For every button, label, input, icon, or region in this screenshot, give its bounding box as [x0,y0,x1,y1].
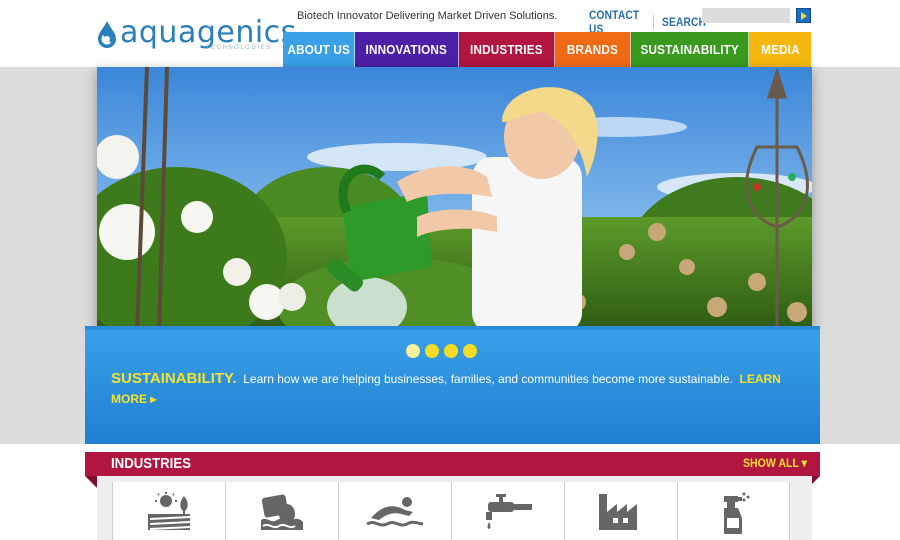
tagline: Biotech Innovator Delivering Market Driv… [297,10,558,22]
slide-dot-1[interactable] [406,344,420,358]
slide-dot-4[interactable] [463,344,477,358]
industries-bar: INDUSTRIES SHOW ALL ▾ [85,452,820,476]
swimming-icon [366,497,424,527]
slide-indicators [406,344,477,358]
industry-tile-industrial[interactable] [564,482,677,540]
play-arrow-icon [800,11,807,20]
main-nav: ABOUT US INNOVATIONS INDUSTRIES BRANDS S… [283,32,811,67]
hero-caption-text: SUSTAINABILITY. Learn how we are helping… [111,369,801,409]
search-submit-button[interactable] [796,8,811,23]
nav-innovations[interactable]: INNOVATIONS [355,32,459,67]
industrial-factory-icon [599,494,637,530]
girl-watering-garden-photo [97,67,812,333]
search-input[interactable] [702,8,790,23]
nav-media[interactable]: MEDIA [749,32,811,67]
nav-brands[interactable]: BRANDS [555,32,631,67]
industry-tile-water[interactable] [451,482,564,540]
caption-heading: SUSTAINABILITY. [111,370,237,387]
cleaning-spray-icon [723,492,749,534]
show-all-link[interactable]: SHOW ALL ▾ [743,456,807,470]
water-faucet-icon [486,494,532,529]
nav-label: SUSTAINABILITY [640,42,739,57]
agriculture-icon [148,492,191,530]
site-header: aquagenics TECHNOLOGIES Biotech Innovato… [0,0,900,67]
search-label[interactable]: SEARCH [662,15,706,29]
nav-label: INDUSTRIES [470,42,543,57]
industries-title: INDUSTRIES [111,455,191,472]
industry-tile-pools[interactable] [338,482,451,540]
slide-dot-2[interactable] [425,344,439,358]
ribbon-fold-left [85,476,97,488]
nav-label: MEDIA [760,42,800,57]
industry-tile-wastewater[interactable] [225,482,338,540]
hero-image [97,67,812,333]
nav-about-us[interactable]: ABOUT US [283,32,355,67]
nav-sustainability[interactable]: SUSTAINABILITY [631,32,749,67]
nav-label: ABOUT US [287,42,350,57]
aquagenics-logo[interactable]: aquagenics TECHNOLOGIES [96,15,296,58]
wastewater-icon [261,494,303,530]
logo-subtext: TECHNOLOGIES [206,45,272,51]
divider [653,15,654,29]
slide-dot-3[interactable] [444,344,458,358]
industry-tiles [112,482,790,540]
nav-industries[interactable]: INDUSTRIES [459,32,555,67]
water-drop-icon [98,21,116,48]
industry-tile-household[interactable] [677,482,790,540]
caption-body: Learn how we are helping businesses, fam… [243,372,733,386]
nav-label: INNOVATIONS [365,42,448,57]
nav-label: BRANDS [566,42,619,57]
industry-tile-agriculture[interactable] [112,482,225,540]
